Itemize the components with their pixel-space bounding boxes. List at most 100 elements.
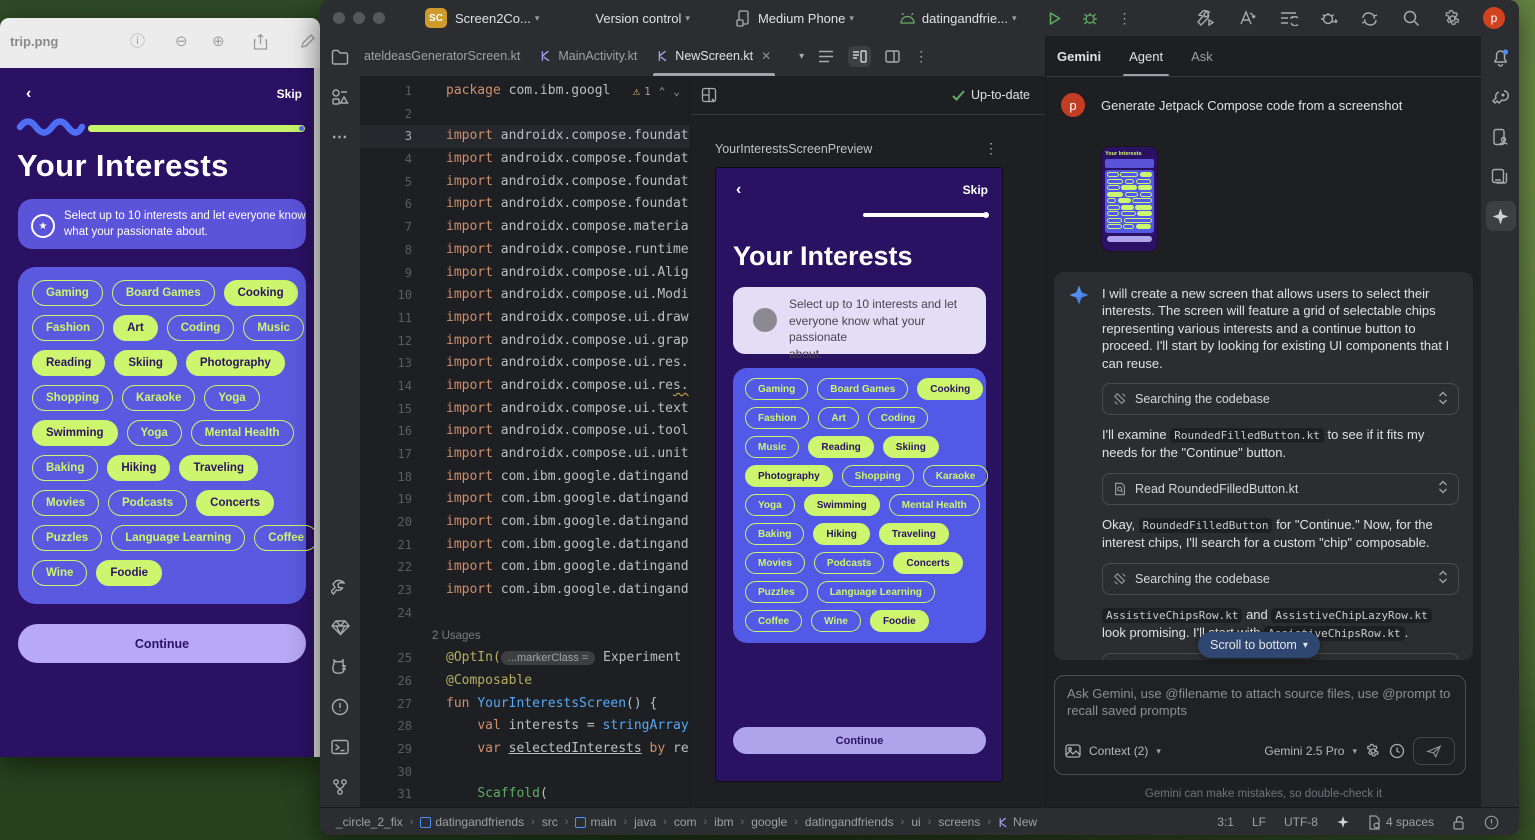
line-number[interactable]: 19 — [360, 488, 426, 511]
app-quality-insights-icon[interactable] — [330, 617, 350, 637]
code-line[interactable]: 7import androidx.compose.materia — [360, 216, 690, 239]
line-number[interactable]: 5 — [360, 171, 426, 194]
line-number[interactable]: 1 — [360, 80, 426, 103]
breadcrumb-item[interactable]: datingandfriends — [420, 815, 524, 829]
tab-options-kebab-icon[interactable]: ⋮ — [914, 48, 928, 65]
line-number[interactable]: 26 — [360, 670, 426, 693]
breadcrumb-item[interactable]: screens — [938, 815, 980, 829]
user-avatar[interactable]: p — [1483, 7, 1505, 29]
code-line[interactable]: 19import com.ibm.google.datingand — [360, 488, 690, 511]
code-line[interactable]: 25@OptIn(...markerClass = Experiment — [360, 647, 690, 670]
zoom-out-icon[interactable]: ⊖ — [175, 34, 188, 50]
settings-icon[interactable] — [1442, 8, 1462, 28]
line-number[interactable]: 25 — [360, 647, 426, 670]
code-line[interactable]: 23import com.ibm.google.datingand — [360, 579, 690, 602]
history-icon[interactable] — [1389, 743, 1405, 759]
next-problem-icon[interactable]: ⌄ — [673, 85, 680, 98]
split-editor-icon[interactable] — [848, 46, 871, 67]
line-number[interactable]: 28 — [360, 715, 426, 738]
line-number[interactable]: 24 — [360, 602, 426, 625]
code-line[interactable]: 18import com.ibm.google.datingand — [360, 466, 690, 489]
prev-problem-icon[interactable]: ⌃ — [659, 85, 666, 98]
code-line[interactable]: 9import androidx.compose.ui.Alig — [360, 262, 690, 285]
breadcrumb-item[interactable]: _circle_2_fix — [336, 815, 403, 829]
code-line[interactable]: 14import androidx.compose.ui.res. — [360, 375, 690, 398]
line-number[interactable]: 14 — [360, 375, 426, 398]
run-button[interactable] — [1044, 8, 1064, 28]
close-tab-icon[interactable]: ✕ — [761, 49, 771, 63]
preview-options-kebab-icon[interactable]: ⋮ — [984, 140, 998, 157]
line-number[interactable]: 30 — [360, 761, 426, 784]
preview-name[interactable]: YourInterestsScreenPreview — [715, 142, 872, 156]
attach-image-icon[interactable] — [1065, 744, 1081, 758]
project-selector[interactable]: Screen2Co... — [455, 11, 531, 26]
line-number[interactable]: 10 — [360, 284, 426, 307]
info-icon[interactable]: ⓘ — [130, 34, 145, 50]
context-selector[interactable]: Context (2) — [1089, 744, 1148, 758]
debug-button[interactable] — [1080, 8, 1100, 28]
ide-titlebar[interactable]: SC Screen2Co... ▾ Version control ▾ Medi… — [320, 0, 1519, 37]
line-number[interactable]: 7 — [360, 216, 426, 239]
code-line[interactable]: 28 val interests = stringArray — [360, 715, 690, 738]
tool-call-row[interactable]: Searching the codebase — [1102, 563, 1459, 595]
send-button[interactable] — [1413, 737, 1455, 765]
code-line[interactable]: 13import androidx.compose.ui.res. — [360, 352, 690, 375]
line-number[interactable]: 8 — [360, 239, 426, 262]
share-icon[interactable] — [253, 34, 268, 50]
expand-icon[interactable] — [1438, 391, 1448, 408]
build-tool-icon[interactable] — [1196, 8, 1216, 28]
line-number[interactable]: 6 — [360, 193, 426, 216]
line-number[interactable]: 18 — [360, 466, 426, 489]
resource-manager-icon[interactable] — [330, 87, 350, 107]
breadcrumb-item[interactable]: datingandfriends — [805, 815, 894, 829]
inspections-widget[interactable]: ⚠1 ⌃ ⌄ — [633, 84, 680, 98]
gradle-sync-icon[interactable] — [1360, 8, 1380, 28]
vcs-selector[interactable]: Version control — [595, 11, 681, 26]
line-number[interactable]: 15 — [360, 398, 426, 421]
window-close-button[interactable] — [333, 12, 345, 24]
device-selector[interactable]: Medium Phone — [758, 11, 845, 26]
breadcrumb-item[interactable]: java — [634, 815, 656, 829]
problems-icon[interactable] — [330, 697, 350, 717]
code-line[interactable]: 8import androidx.compose.runtime — [360, 239, 690, 262]
line-number[interactable]: 4 — [360, 148, 426, 171]
code-line[interactable]: 24 — [360, 602, 690, 625]
line-number[interactable]: 17 — [360, 443, 426, 466]
build-icon[interactable] — [330, 577, 350, 597]
line-number[interactable]: 11 — [360, 307, 426, 330]
code-line[interactable]: 3import androidx.compose.foundat — [360, 125, 690, 148]
line-number[interactable]: 12 — [360, 330, 426, 353]
code-line[interactable]: 15import androidx.compose.ui.text — [360, 398, 690, 421]
logcat-icon[interactable] — [330, 657, 350, 677]
local-history-icon[interactable] — [1278, 8, 1298, 28]
gradle-icon[interactable] — [1490, 87, 1510, 107]
gemini-settings-icon[interactable] — [1365, 743, 1381, 759]
breadcrumb-item[interactable]: main — [575, 815, 616, 829]
tool-call-row[interactable]: Searching the codebase — [1102, 383, 1459, 415]
tab-agent[interactable]: Agent — [1115, 36, 1177, 76]
window-zoom-button[interactable] — [373, 12, 385, 24]
preview-layout-icon[interactable] — [885, 50, 900, 63]
breadcrumb-item[interactable]: ibm — [714, 815, 733, 829]
line-number[interactable]: 21 — [360, 534, 426, 557]
code-line[interactable]: 21import com.ibm.google.datingand — [360, 534, 690, 557]
ai-actions-icon[interactable] — [1237, 8, 1257, 28]
line-number[interactable]: 22 — [360, 556, 426, 579]
device-manager-icon[interactable] — [1490, 127, 1510, 147]
preview-layout-switch-icon[interactable] — [701, 87, 717, 103]
expand-icon[interactable] — [1438, 480, 1448, 497]
profiler-icon[interactable] — [1319, 8, 1339, 28]
file-encoding[interactable]: UTF-8 — [1284, 815, 1318, 829]
line-number[interactable]: 9 — [360, 262, 426, 285]
code-line[interactable]: 31 Scaffold( — [360, 783, 690, 806]
breadcrumb-item[interactable]: ui — [911, 815, 920, 829]
line-number[interactable]: 29 — [360, 738, 426, 761]
more-tool-windows-icon[interactable]: ⋯ — [330, 127, 350, 147]
line-number[interactable]: 27 — [360, 693, 426, 716]
breadcrumb-item[interactable]: com — [674, 815, 697, 829]
expand-icon[interactable] — [1438, 570, 1448, 587]
tab-newscreen[interactable]: NewScreen.kt ✕ — [647, 36, 781, 76]
code-line[interactable]: 5import androidx.compose.foundat — [360, 171, 690, 194]
breadcrumb-item[interactable]: src — [542, 815, 558, 829]
code-line[interactable]: 22import com.ibm.google.datingand — [360, 556, 690, 579]
